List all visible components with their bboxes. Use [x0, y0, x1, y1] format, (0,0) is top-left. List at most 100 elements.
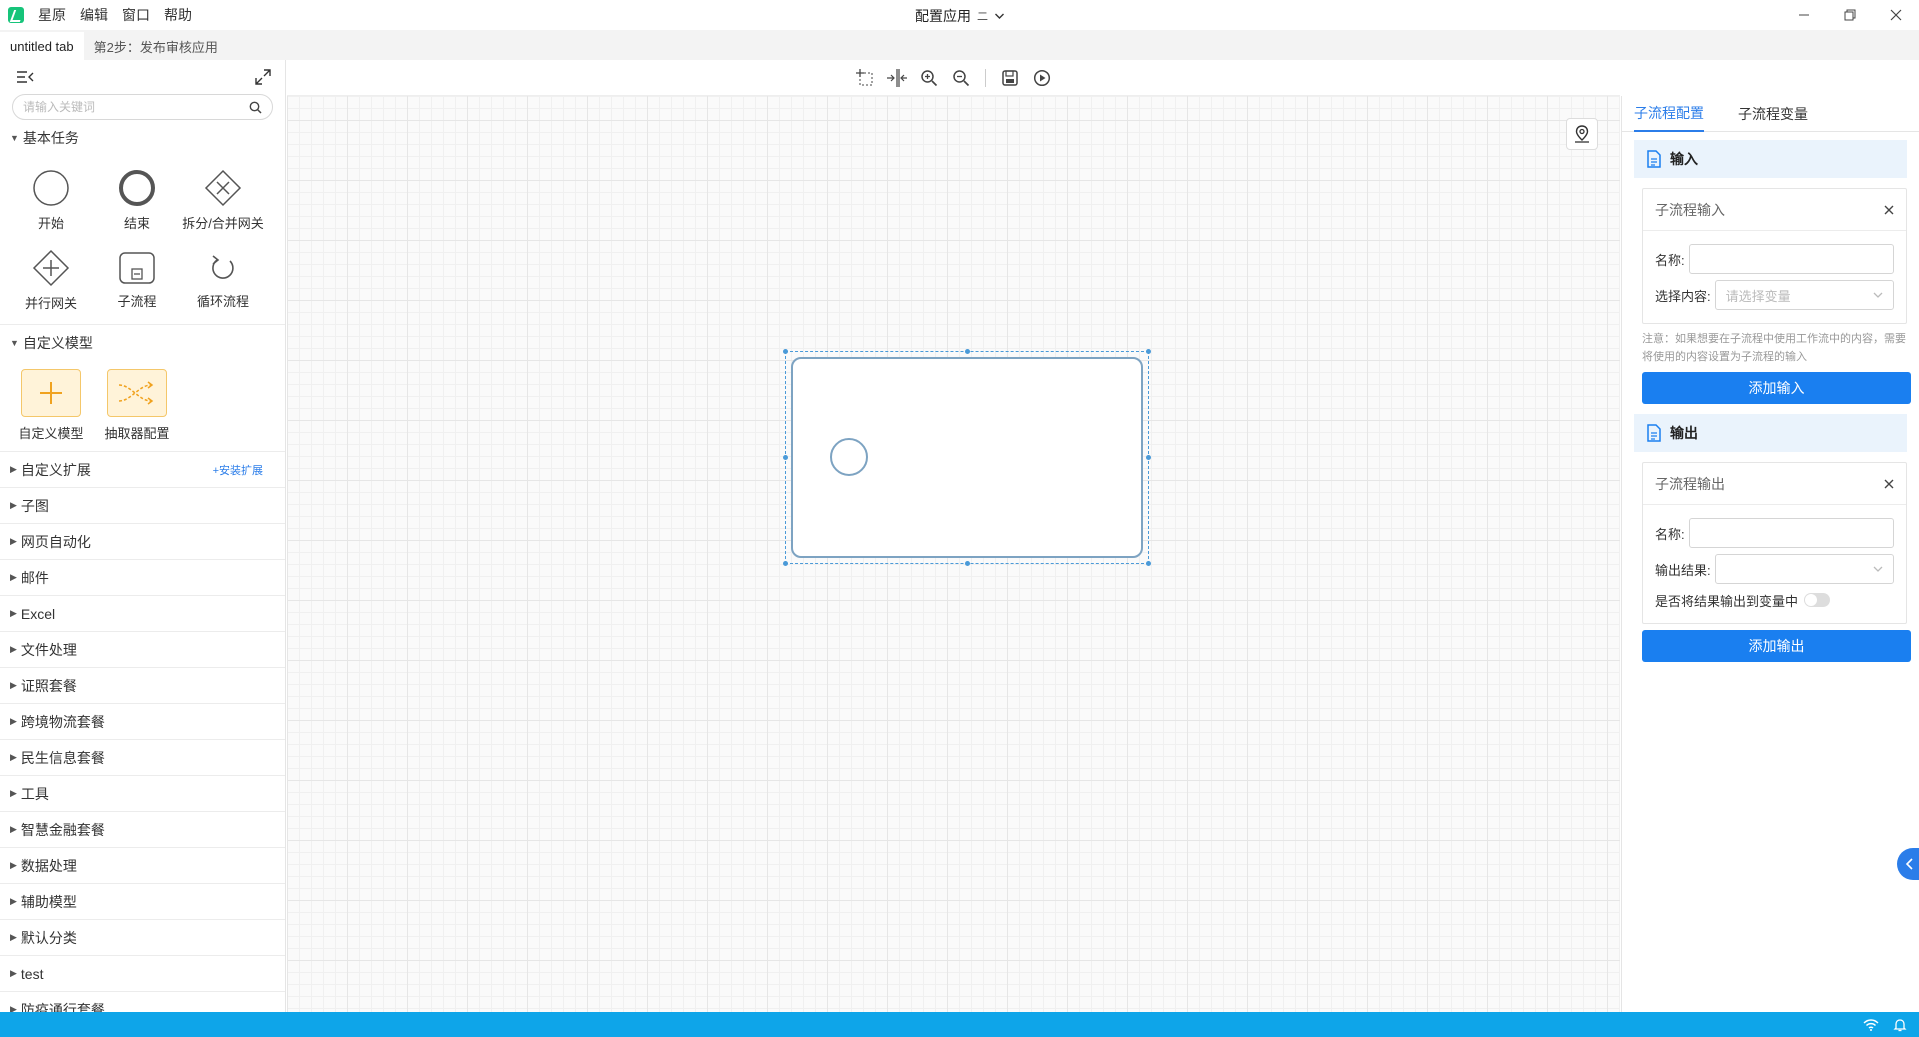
tab-step2[interactable]: 第2步：发布审核应用 [84, 32, 228, 60]
search-icon[interactable] [249, 101, 262, 114]
category-custom-extension[interactable]: ▶ 自定义扩展 +安装扩展 [0, 452, 285, 488]
close-button[interactable] [1873, 0, 1919, 30]
category-item[interactable]: ▶ 民生信息套餐 [0, 740, 285, 776]
menu-item-help[interactable]: 帮助 [164, 5, 192, 25]
tool-start[interactable]: 开始 [8, 160, 94, 240]
tool-loop[interactable]: 循环流程 [180, 240, 266, 320]
properties-panel: 子流程配置 子流程变量 输入 子流程输入 名称: 选择内容: 请选择变量 注意：… [1621, 96, 1919, 1012]
resize-handle[interactable] [783, 561, 788, 566]
category-item[interactable]: ▶ Excel [0, 596, 285, 632]
parallel-gateway-icon [32, 249, 70, 286]
toolbar-divider [985, 68, 986, 87]
zoom-out-button[interactable] [949, 66, 973, 90]
tool-exclusive-gateway[interactable]: 拆分/合并网关 [180, 160, 266, 240]
category-item[interactable]: ▶ 证照套餐 [0, 668, 285, 704]
fit-width-button[interactable] [885, 66, 909, 90]
category-label: 跨境物流套餐 [20, 713, 105, 730]
bell-icon[interactable] [1893, 1018, 1907, 1032]
end-event-icon [119, 169, 155, 206]
category-item[interactable]: ▶ 数据处理 [0, 848, 285, 884]
install-extension-link[interactable]: +安装扩展 [213, 462, 263, 478]
start-event-node[interactable] [830, 438, 868, 476]
search-input[interactable] [23, 100, 249, 114]
resize-handle[interactable] [1146, 455, 1151, 460]
caret-right-icon: ▶ [10, 464, 17, 474]
resize-handle[interactable] [783, 455, 788, 460]
variable-select[interactable]: 请选择变量 [1714, 280, 1894, 310]
chevron-down-icon[interactable] [994, 12, 1004, 20]
card-header: 子流程输入 [1643, 189, 1906, 231]
output-to-variable-toggle[interactable] [1804, 593, 1831, 607]
expand-icon[interactable] [255, 69, 271, 85]
menu-item-app[interactable]: 星原 [38, 5, 66, 25]
tool-label: 循环流程 [196, 293, 249, 309]
input-name-row: 名称: [1655, 241, 1894, 277]
window-title-text: 配置应用 [915, 8, 971, 24]
input-select-row: 选择内容: 请选择变量 [1655, 277, 1894, 313]
category-basic[interactable]: ▼ 基本任务 [0, 120, 285, 156]
select-area-button[interactable] [853, 66, 877, 90]
output-name-field[interactable] [1688, 518, 1894, 548]
menu-item-window[interactable]: 窗口 [122, 5, 150, 25]
resize-handle[interactable] [1146, 349, 1151, 354]
tool-subprocess[interactable]: 子流程 [94, 240, 180, 320]
category-item[interactable]: ▶ 默认分类 [0, 920, 285, 956]
category-item[interactable]: ▶ 工具 [0, 776, 285, 812]
status-bar [0, 1012, 1919, 1037]
tab-bar: untitled tab 第2步：发布审核应用 [0, 30, 1919, 60]
caret-right-icon: ▶ [10, 572, 17, 582]
restore-button[interactable] [1827, 0, 1873, 30]
minimize-button[interactable] [1781, 0, 1827, 30]
tool-label: 结束 [123, 215, 150, 231]
select-area-icon [856, 68, 873, 85]
close-icon[interactable] [1884, 205, 1894, 215]
output-result-select[interactable] [1714, 554, 1894, 584]
zoom-in-button[interactable] [917, 66, 941, 90]
input-note: 注意：如果想要在子流程中使用工作流中的内容，需要将使用的内容设置为子流程的输入 [1642, 333, 1906, 363]
category-label: 防疫通行套餐 [20, 1001, 105, 1013]
input-name-field[interactable] [1688, 244, 1894, 274]
version-label: 二 [977, 11, 988, 23]
category-custom-model[interactable]: ▼ 自定义模型 [0, 325, 285, 361]
category-item[interactable]: ▶ 辅助模型 [0, 884, 285, 920]
field-label: 输出结果: [1655, 562, 1711, 578]
locate-button[interactable] [1566, 118, 1598, 150]
category-item[interactable]: ▶ 网页自动化 [0, 524, 285, 560]
category-item[interactable]: ▶ 防疫通行套餐 [0, 992, 285, 1013]
tab-subprocess-config[interactable]: 子流程配置 [1634, 96, 1704, 132]
category-item[interactable]: ▶ 文件处理 [0, 632, 285, 668]
category-item[interactable]: ▶ test [0, 956, 285, 992]
category-item[interactable]: ▶ 智慧金融套餐 [0, 812, 285, 848]
close-icon[interactable] [1884, 479, 1894, 489]
resize-handle[interactable] [1146, 561, 1151, 566]
collapse-menu-icon[interactable] [16, 70, 34, 84]
tool-extractor-config[interactable]: 抽取器配置 [94, 365, 180, 445]
save-button[interactable] [998, 66, 1022, 90]
category-item[interactable]: ▶ 跨境物流套餐 [0, 704, 285, 740]
caret-right-icon: ▶ [10, 860, 17, 870]
add-input-button[interactable]: 添加输入 [1642, 372, 1911, 404]
category-label: 自定义扩展 [20, 461, 91, 478]
category-item[interactable]: ▶ 子图 [0, 488, 285, 524]
resize-handle[interactable] [965, 561, 970, 566]
tab-untitled[interactable]: untitled tab [0, 32, 84, 60]
tool-parallel-gateway[interactable]: 并行网关 [8, 240, 94, 320]
fit-width-icon [887, 68, 907, 87]
tool-custom-model[interactable]: 自定义模型 [8, 365, 94, 445]
wifi-icon[interactable] [1863, 1018, 1879, 1031]
resize-handle[interactable] [965, 349, 970, 354]
resize-handle[interactable] [783, 349, 788, 354]
add-output-button[interactable]: 添加输出 [1642, 630, 1911, 662]
tab-subprocess-variables[interactable]: 子流程变量 [1738, 96, 1808, 132]
category-item[interactable]: ▶ 邮件 [0, 560, 285, 596]
category-label: 证照套餐 [20, 677, 77, 694]
tool-end[interactable]: 结束 [94, 160, 180, 240]
input-section-header[interactable]: 输入 [1634, 140, 1907, 178]
tool-label: 并行网关 [24, 295, 77, 311]
extractor-box [107, 368, 167, 417]
run-button[interactable] [1030, 66, 1054, 90]
window-controls [1781, 0, 1919, 30]
category-label: 文件处理 [20, 641, 77, 658]
output-section-header[interactable]: 输出 [1634, 414, 1907, 452]
menu-item-edit[interactable]: 编辑 [80, 5, 108, 25]
